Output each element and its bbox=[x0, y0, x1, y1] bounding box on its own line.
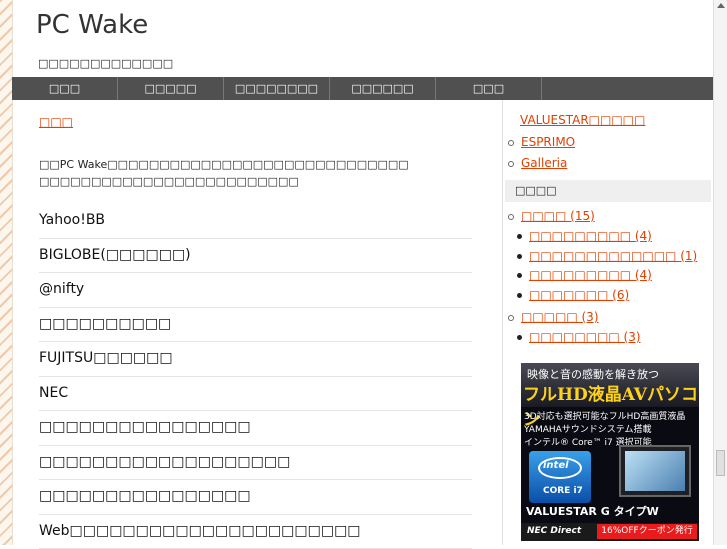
category-link[interactable]: □□□□□ (3) bbox=[521, 310, 599, 324]
site-description: □□□□□□□□□□□□□ bbox=[38, 57, 173, 70]
subcategory-link[interactable]: □□□□□□□□□ (4) bbox=[529, 229, 652, 243]
link-biglobe[interactable]: BIGLOBE(□□□□□□) bbox=[39, 239, 472, 274]
nav-item-4[interactable]: □□□□□□ bbox=[330, 77, 436, 100]
ad-feature: 3D対応も選択可能なフルHD高画質液晶 bbox=[524, 409, 685, 422]
subcategory-link[interactable]: □□□□□□□ (6) bbox=[529, 288, 629, 302]
intro-line-2: □□□□□□□□□□□□□□□□□□□□□□□□□ bbox=[39, 173, 472, 190]
pc-monitor-image bbox=[619, 445, 691, 497]
subcategory-item: □□□□□□□□□□□□□ (1) bbox=[517, 249, 697, 263]
category-heading: □□□□ bbox=[505, 180, 711, 202]
subcategory-item: □□□□□□□□□ (4) bbox=[517, 229, 652, 243]
ad-coupon-badge: 16%OFFクーポン発行 bbox=[597, 524, 697, 539]
breadcrumb-home-link[interactable]: □□□ bbox=[39, 115, 73, 129]
bullet-disc-icon bbox=[517, 254, 522, 259]
category-item: □□□□ (15) bbox=[508, 209, 595, 223]
link-nec[interactable]: NEC bbox=[39, 377, 472, 412]
subcategory-link[interactable]: □□□□□□□□ (3) bbox=[529, 330, 641, 344]
bullet-disc-icon bbox=[517, 234, 522, 239]
bullet-disc-icon bbox=[517, 273, 522, 278]
site-title[interactable]: PC Wake bbox=[36, 10, 148, 40]
main-content: □□□ □□PC Wake□□□□□□□□□□□□□□□□□□□□□□□□□□□… bbox=[39, 111, 472, 549]
bullet-circle-icon bbox=[508, 214, 514, 220]
category-item: □□□□□ (3) bbox=[508, 310, 599, 324]
ad-feature: YAMAHAサウンドシステム搭載 bbox=[524, 422, 652, 435]
link-fujitsu[interactable]: FUJITSU□□□□□□ bbox=[39, 342, 472, 377]
nav-item-3[interactable]: □□□□□□□□ bbox=[224, 77, 330, 100]
scroll-thumb[interactable] bbox=[716, 450, 725, 476]
link-item-4[interactable]: □□□□□□□□□□ bbox=[39, 308, 472, 343]
sidebar-link-valuestar: VALUESTAR□□□□□ bbox=[520, 113, 645, 127]
nav-filler bbox=[542, 77, 713, 100]
monitor-screen bbox=[625, 451, 685, 491]
bullet-circle-icon bbox=[508, 315, 514, 321]
link-yahoo-bb[interactable]: Yahoo!BB bbox=[39, 204, 472, 239]
link-list: Yahoo!BB BIGLOBE(□□□□□□) @nifty □□□□□□□□… bbox=[39, 204, 472, 549]
main-nav: □□□ □□□□□ □□□□□□□□ □□□□□□ □□□ bbox=[12, 77, 713, 100]
link-item-7[interactable]: □□□□□□□□□□□□□□□□ bbox=[39, 411, 472, 446]
sidebar-link-esprimo: ESPRIMO bbox=[508, 135, 575, 149]
intro-line-1: □□PC Wake□□□□□□□□□□□□□□□□□□□□□□□□□□□□□ bbox=[39, 156, 472, 173]
link-nifty[interactable]: @nifty bbox=[39, 273, 472, 308]
subcategory-item: □□□□□□□□□ (4) bbox=[517, 268, 652, 282]
nav-item-5[interactable]: □□□ bbox=[436, 77, 542, 100]
chip-model-text: CORE i7 bbox=[543, 486, 583, 496]
bullet-circle-icon bbox=[508, 140, 514, 146]
bullet-disc-icon bbox=[517, 335, 522, 340]
intel-logo-text: intel bbox=[543, 460, 569, 471]
ad-product-name: VALUESTAR G タイプW bbox=[526, 503, 659, 519]
nav-item-1[interactable]: □□□ bbox=[12, 77, 118, 100]
intro-text: □□PC Wake□□□□□□□□□□□□□□□□□□□□□□□□□□□□□ □… bbox=[39, 156, 472, 190]
link-item-8[interactable]: □□□□□□□□□□□□□□□□□□□ bbox=[39, 446, 472, 481]
subcategory-link[interactable]: □□□□□□□□□ (4) bbox=[529, 268, 652, 282]
bullet-circle-icon bbox=[508, 161, 514, 167]
link-item-9[interactable]: □□□□□□□□□□□□□□□□ bbox=[39, 480, 472, 515]
subcategory-link[interactable]: □□□□□□□□□□□□□ (1) bbox=[529, 249, 697, 263]
sidebar-link-galleria: Galleria bbox=[508, 156, 567, 170]
category-link[interactable]: □□□□ (15) bbox=[521, 209, 595, 223]
sidebar-link-esprimo-text[interactable]: ESPRIMO bbox=[521, 135, 575, 149]
ad-shop-brand: NEC Direct bbox=[527, 526, 581, 536]
subcategory-item: □□□□□□□ (6) bbox=[517, 288, 629, 302]
subcategory-item: □□□□□□□□ (3) bbox=[517, 330, 641, 344]
ad-banner[interactable]: 映像と音の感動を解き放つ フルHD液晶AVパソコン 3D対応も選択可能なフルHD… bbox=[521, 363, 699, 541]
intel-core-i7-badge: intel CORE i7 bbox=[529, 451, 591, 503]
bullet-disc-icon bbox=[517, 293, 522, 298]
sidebar-link-valuestar-text[interactable]: VALUESTAR□□□□□ bbox=[520, 113, 645, 127]
scroll-up-arrow-icon[interactable] bbox=[717, 3, 725, 8]
nav-item-2[interactable]: □□□□□ bbox=[118, 77, 224, 100]
vertical-scrollbar[interactable] bbox=[713, 0, 727, 545]
sidebar-link-galleria-text[interactable]: Galleria bbox=[521, 156, 567, 170]
link-web[interactable]: Web□□□□□□□□□□□□□□□□□□□□□□ bbox=[39, 515, 472, 549]
